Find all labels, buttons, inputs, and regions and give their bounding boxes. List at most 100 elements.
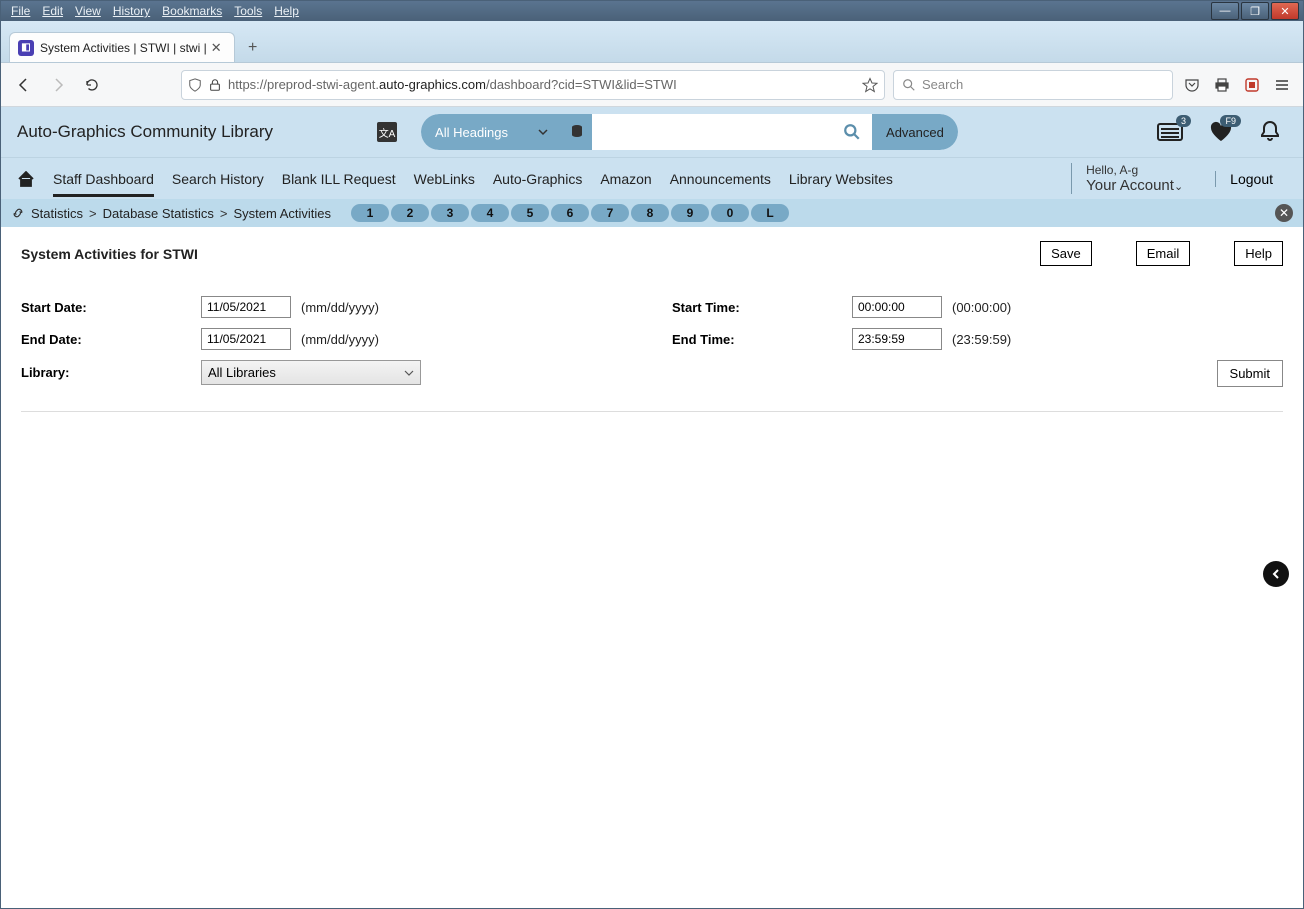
search-placeholder: Search bbox=[922, 77, 963, 92]
pager-pill[interactable]: 9 bbox=[671, 204, 709, 222]
nav-amazon[interactable]: Amazon bbox=[600, 161, 651, 197]
pager-pill[interactable]: 8 bbox=[631, 204, 669, 222]
end-time-label: End Time: bbox=[672, 332, 852, 347]
pager-pill[interactable]: 1 bbox=[351, 204, 389, 222]
library-name: Auto-Graphics Community Library bbox=[17, 122, 273, 142]
filter-form: Start Date: (mm/dd/yyyy) End Date: (mm/d… bbox=[21, 296, 1283, 395]
account-block[interactable]: Hello, A-g Your Account⌄ bbox=[1071, 163, 1197, 194]
extension-icon[interactable] bbox=[1241, 74, 1263, 96]
browser-toolbar: https://preprod-stwi-agent.auto-graphics… bbox=[1, 63, 1303, 107]
favorites-icon[interactable]: F9 bbox=[1209, 121, 1233, 143]
collapse-panel-icon[interactable] bbox=[1263, 561, 1289, 587]
end-date-label: End Date: bbox=[21, 332, 201, 347]
home-icon[interactable] bbox=[17, 171, 35, 187]
back-button[interactable] bbox=[11, 72, 37, 98]
nav-library-websites[interactable]: Library Websites bbox=[789, 161, 893, 197]
minimize-button[interactable]: — bbox=[1211, 2, 1239, 20]
browser-search-box[interactable]: Search bbox=[893, 70, 1173, 100]
pager-pill[interactable]: 7 bbox=[591, 204, 629, 222]
nav-autographics[interactable]: Auto-Graphics bbox=[493, 161, 582, 197]
end-time-input[interactable] bbox=[852, 328, 942, 350]
language-icon[interactable]: 文A bbox=[377, 122, 397, 142]
forward-button[interactable] bbox=[45, 72, 71, 98]
search-scope-dropdown[interactable]: All Headings bbox=[421, 114, 562, 150]
start-date-label: Start Date: bbox=[21, 300, 201, 315]
url-bar[interactable]: https://preprod-stwi-agent.auto-graphics… bbox=[181, 70, 885, 100]
start-time-input[interactable] bbox=[852, 296, 942, 318]
reload-button[interactable] bbox=[79, 72, 105, 98]
submit-button[interactable]: Submit bbox=[1217, 360, 1283, 387]
app-navbar: Staff Dashboard Search History Blank ILL… bbox=[1, 157, 1303, 199]
start-time-label: Start Time: bbox=[672, 300, 852, 315]
close-window-button[interactable]: ✕ bbox=[1271, 2, 1299, 20]
catalog-search-input[interactable] bbox=[592, 114, 832, 150]
date-format-hint: (mm/dd/yyyy) bbox=[301, 300, 379, 315]
chevron-down-icon bbox=[404, 368, 414, 378]
notifications-icon[interactable] bbox=[1259, 120, 1281, 144]
tab-favicon: ◧ bbox=[18, 40, 34, 56]
nav-search-history[interactable]: Search History bbox=[172, 161, 264, 197]
catalog-search: All Headings Advanced bbox=[421, 114, 958, 150]
date-format-hint: (mm/dd/yyyy) bbox=[301, 332, 379, 347]
library-select[interactable]: All Libraries bbox=[201, 360, 421, 385]
tab-title: System Activities | STWI | stwi | bbox=[40, 41, 207, 55]
pager-pill[interactable]: 4 bbox=[471, 204, 509, 222]
save-button[interactable]: Save bbox=[1040, 241, 1092, 266]
app-header: Auto-Graphics Community Library 文A All H… bbox=[1, 107, 1303, 157]
end-time-hint: (23:59:59) bbox=[952, 332, 1011, 347]
crumb-statistics[interactable]: Statistics bbox=[31, 206, 83, 221]
nav-weblinks[interactable]: WebLinks bbox=[414, 161, 475, 197]
pager-pill[interactable]: 3 bbox=[431, 204, 469, 222]
nav-announcements[interactable]: Announcements bbox=[670, 161, 771, 197]
library-label: Library: bbox=[21, 365, 201, 380]
search-submit-icon[interactable] bbox=[832, 114, 872, 150]
tab-close-icon[interactable]: ✕ bbox=[207, 40, 226, 56]
breadcrumb-row: Statistics > Database Statistics > Syste… bbox=[1, 199, 1303, 227]
crumb-separator: > bbox=[89, 206, 97, 221]
nav-blank-ill[interactable]: Blank ILL Request bbox=[282, 161, 396, 197]
window-controls: — ❐ ✕ bbox=[1209, 2, 1299, 20]
chevron-down-icon bbox=[538, 127, 548, 137]
menu-tools[interactable]: Tools bbox=[228, 2, 268, 20]
menu-edit[interactable]: Edit bbox=[36, 2, 69, 20]
pocket-icon[interactable] bbox=[1181, 74, 1203, 96]
advanced-search-link[interactable]: Advanced bbox=[872, 114, 958, 150]
start-date-input[interactable] bbox=[201, 296, 291, 318]
help-button[interactable]: Help bbox=[1234, 241, 1283, 266]
browser-tab[interactable]: ◧ System Activities | STWI | stwi | ✕ bbox=[9, 32, 235, 62]
maximize-button[interactable]: ❐ bbox=[1241, 2, 1269, 20]
start-time-hint: (00:00:00) bbox=[952, 300, 1011, 315]
favorites-badge: F9 bbox=[1220, 115, 1241, 127]
search-icon bbox=[902, 78, 916, 92]
email-button[interactable]: Email bbox=[1136, 241, 1191, 266]
page-title: System Activities for STWI bbox=[21, 246, 198, 262]
url-text: https://preprod-stwi-agent.auto-graphics… bbox=[228, 77, 856, 92]
browser-window: File Edit View History Bookmarks Tools H… bbox=[0, 0, 1304, 909]
end-date-input[interactable] bbox=[201, 328, 291, 350]
menu-help[interactable]: Help bbox=[268, 2, 305, 20]
content-header: System Activities for STWI Save Email He… bbox=[21, 241, 1283, 266]
new-tab-button[interactable]: + bbox=[239, 34, 267, 62]
pager-pill[interactable]: 6 bbox=[551, 204, 589, 222]
crumb-database-statistics[interactable]: Database Statistics bbox=[103, 206, 214, 221]
print-icon[interactable] bbox=[1211, 74, 1233, 96]
menu-view[interactable]: View bbox=[69, 2, 107, 20]
divider bbox=[21, 411, 1283, 412]
lists-badge: 3 bbox=[1176, 115, 1191, 127]
close-icon[interactable]: ✕ bbox=[1275, 204, 1293, 222]
browser-menubar: File Edit View History Bookmarks Tools H… bbox=[1, 1, 1303, 21]
my-lists-icon[interactable]: 3 bbox=[1157, 121, 1183, 143]
pager-pill[interactable]: L bbox=[751, 204, 789, 222]
menu-bookmarks[interactable]: Bookmarks bbox=[156, 2, 228, 20]
hamburger-menu-icon[interactable] bbox=[1271, 74, 1293, 96]
pager-pill[interactable]: 2 bbox=[391, 204, 429, 222]
pager-pill[interactable]: 5 bbox=[511, 204, 549, 222]
database-icon[interactable] bbox=[562, 114, 592, 150]
menu-file[interactable]: File bbox=[5, 2, 36, 20]
bookmark-star-icon[interactable] bbox=[862, 77, 878, 93]
nav-staff-dashboard[interactable]: Staff Dashboard bbox=[53, 161, 154, 197]
pager-pill[interactable]: 0 bbox=[711, 204, 749, 222]
logout-link[interactable]: Logout bbox=[1215, 171, 1287, 187]
crumb-system-activities[interactable]: System Activities bbox=[233, 206, 331, 221]
menu-history[interactable]: History bbox=[107, 2, 156, 20]
